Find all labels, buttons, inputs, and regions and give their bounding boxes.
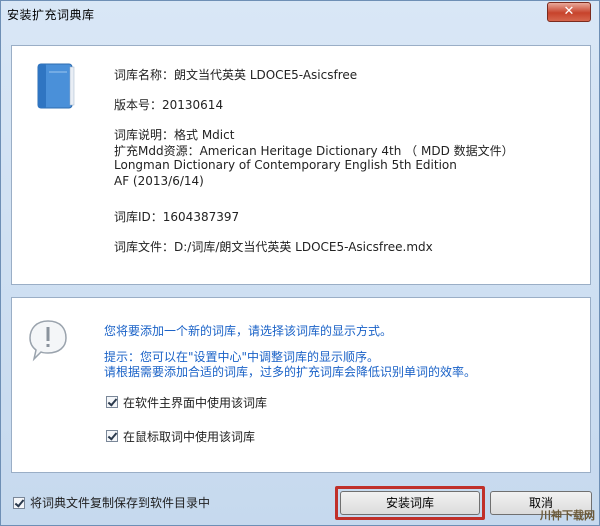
book-icon bbox=[37, 63, 75, 109]
display-options-panel: 您将要添加一个新的词库，请选择该词库的显示方式。 提示：您可以在"设置中心"中调… bbox=[11, 297, 591, 473]
install-dictionary-button[interactable]: 安装词库 bbox=[340, 491, 480, 515]
dictionary-description-line: 扩充Mdd资源：American Heritage Dictionary 4th… bbox=[114, 144, 514, 158]
option-mouse-lookup[interactable]: 在鼠标取词中使用该词库 bbox=[106, 428, 255, 444]
copy-files-checkbox[interactable] bbox=[13, 496, 25, 509]
close-button[interactable]: ✕ bbox=[547, 2, 591, 22]
dictionary-id: 词库ID：1604387397 bbox=[114, 210, 240, 224]
speech-bubble-icon bbox=[29, 320, 67, 362]
main-ui-label: 在软件主界面中使用该词库 bbox=[123, 395, 268, 410]
site-watermark: 川神下载网 bbox=[540, 509, 595, 522]
copy-files-option[interactable]: 将词典文件复制保存到软件目录中 bbox=[13, 494, 210, 511]
option-main-ui[interactable]: 在软件主界面中使用该词库 bbox=[106, 394, 267, 410]
main-ui-checkbox[interactable] bbox=[106, 396, 118, 408]
dictionary-file: 词库文件：D:/词库/朗文当代英英 LDOCE5-Asicsfree.mdx bbox=[114, 240, 433, 254]
dictionary-description-line: AF (2013/6/14) bbox=[114, 174, 204, 188]
hint-text: 请根据需要添加合适的词库，过多的扩充词库会降低识别单词的效率。 bbox=[104, 365, 477, 379]
mouse-lookup-checkbox[interactable] bbox=[106, 430, 118, 442]
title-bar: 安装扩充词典库 ✕ bbox=[1, 1, 599, 27]
dictionary-version: 版本号：20130614 bbox=[114, 98, 224, 112]
dictionary-description-line: Longman Dictionary of Contemporary Engli… bbox=[114, 158, 457, 172]
dialog-title: 安装扩充词典库 bbox=[7, 8, 95, 22]
dictionary-name: 词库名称：朗文当代英英 LDOCE5-Asicsfree bbox=[114, 68, 358, 82]
dictionary-info-panel: 词库名称：朗文当代英英 LDOCE5-Asicsfree 版本号：2013061… bbox=[11, 45, 591, 285]
dictionary-description-line: 词库说明：格式 Mdict bbox=[114, 128, 235, 142]
install-dictionary-dialog: 安装扩充词典库 ✕ 词库名称：朗文当代英英 LDOCE5-Asicsfree 版… bbox=[0, 0, 600, 526]
copy-files-label: 将词典文件复制保存到软件目录中 bbox=[30, 496, 211, 510]
add-dictionary-prompt: 您将要添加一个新的词库，请选择该词库的显示方式。 bbox=[104, 324, 393, 338]
mouse-lookup-label: 在鼠标取词中使用该词库 bbox=[123, 429, 256, 444]
